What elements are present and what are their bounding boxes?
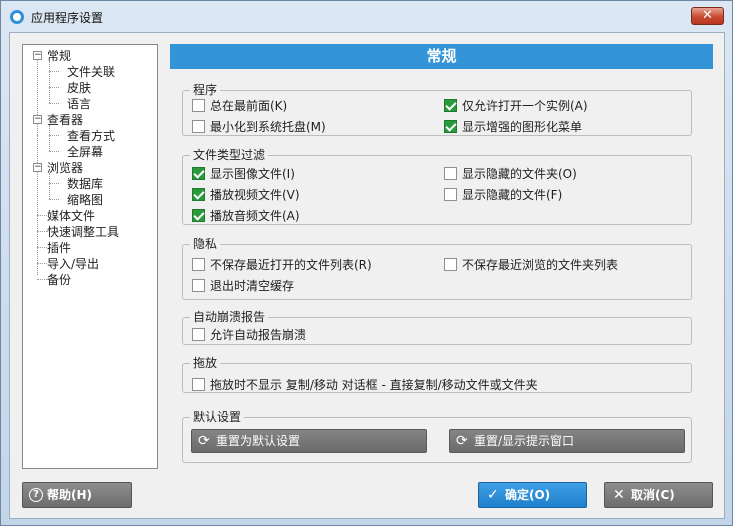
close-icon: ✕ <box>613 487 625 503</box>
refresh-icon: ⟳ <box>198 433 210 449</box>
checkbox-icon[interactable] <box>192 378 205 391</box>
close-icon: ✕ <box>702 8 713 23</box>
panel-title: 常规 <box>170 44 713 69</box>
tree-connector <box>49 135 59 136</box>
tree-connector <box>49 199 59 200</box>
tree-connector <box>37 135 38 275</box>
group-privacy-title: 隐私 <box>190 237 221 251</box>
ok-button[interactable]: ✓ 确定(O) <box>478 482 587 508</box>
client-area: − − − 常规 文件关联 皮肤 语言 查看器 查看方式 全屏幕 浏览器 数据库… <box>9 32 725 519</box>
close-button[interactable]: ✕ <box>691 7 724 25</box>
tree-expander-icon[interactable]: − <box>33 163 42 172</box>
window-title: 应用程序设置 <box>31 11 104 25</box>
checkbox-icon[interactable] <box>444 188 457 201</box>
tree-connector <box>37 263 47 264</box>
settings-tree: − − − 常规 文件关联 皮肤 语言 查看器 查看方式 全屏幕 浏览器 数据库… <box>22 44 158 469</box>
app-icon <box>10 10 24 24</box>
tree-connector <box>37 247 47 248</box>
tree-connector <box>49 151 59 152</box>
checkbox-checked-icon[interactable] <box>444 120 457 133</box>
tree-connector <box>49 87 59 88</box>
refresh-icon: ⟳ <box>456 433 468 449</box>
group-program-title: 程序 <box>190 83 221 97</box>
tree-connector <box>49 71 59 72</box>
tree-item-browser[interactable]: 浏览器 <box>47 160 83 176</box>
tree-connector <box>49 125 50 151</box>
tree-item-thumbnail[interactable]: 缩略图 <box>67 192 103 208</box>
tree-item-quick-adjust[interactable]: 快速调整工具 <box>47 224 119 240</box>
tree-item-language[interactable]: 语言 <box>67 96 91 112</box>
tree-expander-icon[interactable]: − <box>33 51 42 60</box>
tree-item-skin[interactable]: 皮肤 <box>67 80 91 96</box>
checkbox-icon[interactable] <box>444 258 457 271</box>
tree-connector <box>49 103 59 104</box>
checkbox-checked-icon[interactable] <box>444 99 457 112</box>
settings-window: 应用程序设置 ✕ − − − 常规 文件关联 皮肤 语言 查看器 查看方式 全屏… <box>0 0 733 526</box>
checkbox-icon[interactable] <box>192 328 205 341</box>
check-icon: ✓ <box>487 487 499 503</box>
tree-connector <box>49 183 59 184</box>
group-defaults-title: 默认设置 <box>190 410 245 424</box>
group-file-filter-title: 文件类型过滤 <box>190 148 269 162</box>
help-button[interactable]: ? 帮助(H) <box>22 482 132 508</box>
checkbox-checked-icon[interactable] <box>192 188 205 201</box>
tree-item-import-export[interactable]: 导入/导出 <box>47 256 99 272</box>
tree-connector <box>49 173 50 199</box>
tree-item-general[interactable]: 常规 <box>47 48 71 64</box>
tree-connector <box>37 279 47 280</box>
tree-item-media-files[interactable]: 媒体文件 <box>47 208 95 224</box>
help-icon: ? <box>29 488 43 502</box>
checkbox-checked-icon[interactable] <box>192 209 205 222</box>
checkbox-icon[interactable] <box>192 258 205 271</box>
tree-item-file-association[interactable]: 文件关联 <box>67 64 115 80</box>
group-crash-report-title: 自动崩溃报告 <box>190 310 269 324</box>
tree-connector <box>37 215 47 216</box>
checkbox-icon[interactable] <box>192 99 205 112</box>
tree-item-viewer[interactable]: 查看器 <box>47 112 83 128</box>
checkbox-icon[interactable] <box>444 167 457 180</box>
tree-connector <box>49 61 50 103</box>
tree-expander-icon[interactable]: − <box>33 115 42 124</box>
cancel-button[interactable]: ✕ 取消(C) <box>604 482 713 508</box>
checkbox-icon[interactable] <box>192 120 205 133</box>
tree-item-backup[interactable]: 备份 <box>47 272 71 288</box>
tree-item-database[interactable]: 数据库 <box>67 176 103 192</box>
checkbox-icon[interactable] <box>192 279 205 292</box>
tree-item-plugins[interactable]: 插件 <box>47 240 71 256</box>
group-drag-drop-title: 拖放 <box>190 356 221 370</box>
title-bar: 应用程序设置 ✕ <box>1 1 732 31</box>
checkbox-checked-icon[interactable] <box>192 167 205 180</box>
tree-item-view-mode[interactable]: 查看方式 <box>67 128 115 144</box>
tree-item-fullscreen[interactable]: 全屏幕 <box>67 144 103 160</box>
tree-connector <box>37 231 47 232</box>
reset-defaults-button[interactable]: ⟳ 重置为默认设置 <box>191 429 427 453</box>
reset-tips-button[interactable]: ⟳ 重置/显示提示窗口 <box>449 429 685 453</box>
